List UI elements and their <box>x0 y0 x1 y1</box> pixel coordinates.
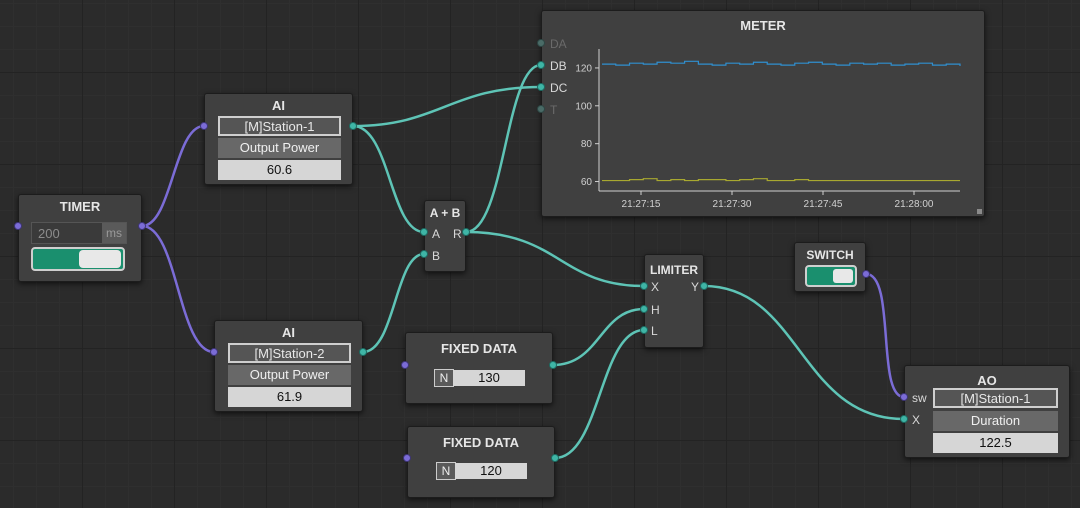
switch-title: SWITCH <box>806 248 854 262</box>
ai2-title: AI <box>282 325 295 340</box>
timer-input-port[interactable] <box>14 222 22 230</box>
fixed-data-2-node[interactable]: FIXED DATA N 120 <box>407 426 555 498</box>
add-input-a-port[interactable] <box>420 228 428 236</box>
timer-interval-input[interactable]: 200 ms <box>31 222 127 244</box>
fixed-data-1-node[interactable]: FIXED DATA N 130 <box>405 332 553 404</box>
fixed-data-1-title: FIXED DATA <box>440 341 518 356</box>
ao-value: 122.5 <box>933 433 1058 453</box>
x-tick-label: 21:27:15 <box>622 199 661 210</box>
ai1-value: 60.6 <box>218 160 341 180</box>
fixed-data-1-type: N <box>434 369 454 387</box>
add-output-r-port[interactable] <box>462 228 470 236</box>
meter-chart: 60 80 100 120 21:27:15 21:27:30 21:27:45 21:28:… <box>575 49 961 210</box>
y-tick-label: 100 <box>575 101 592 112</box>
wire-ai1-add-a <box>352 124 425 234</box>
add-node[interactable]: A + B A B R <box>424 200 466 272</box>
x-tick-label: 21:27:45 <box>804 199 843 210</box>
ai1-param-field[interactable]: Output Power <box>218 138 341 158</box>
ai2-node[interactable]: AI [M]Station-2 Output Power 61.9 <box>214 320 363 412</box>
ai2-station-field[interactable]: [M]Station-2 <box>228 343 351 363</box>
fixed-data-1-output-port[interactable] <box>549 361 557 369</box>
limiter-port-h-label: H <box>651 303 660 317</box>
fixed-data-2-type: N <box>436 462 456 480</box>
ai1-title: AI <box>272 98 285 113</box>
limiter-title: LIMITER <box>650 263 698 277</box>
fixed-data-1-input-port[interactable] <box>401 361 409 369</box>
fixed-data-2-output-port[interactable] <box>551 454 559 462</box>
ao-input-x-port[interactable] <box>900 415 908 423</box>
wire-timer-ai2 <box>141 224 215 354</box>
y-tick-label: 80 <box>581 139 593 150</box>
toggle-knob <box>79 250 121 268</box>
meter-input-da-port[interactable] <box>537 39 545 47</box>
limiter-port-l-label: L <box>651 324 658 338</box>
series-line-db <box>602 60 961 67</box>
wire-switch-ao-sw <box>865 272 905 399</box>
wire-fixed2-limiter-l <box>554 328 645 460</box>
wire-add-meter-db <box>465 63 542 234</box>
ai2-output-port[interactable] <box>359 348 367 356</box>
add-port-a-label: A <box>432 227 441 241</box>
limiter-input-l-port[interactable] <box>640 326 648 334</box>
meter-node[interactable]: METER DA DB DC T 60 80 100 120 21:27:15 21:27… <box>541 10 985 217</box>
timer-enable-toggle[interactable] <box>31 247 125 271</box>
wire-ai1-meter-dc <box>352 85 542 128</box>
ai1-node[interactable]: AI [M]Station-1 Output Power 60.6 <box>204 93 353 185</box>
limiter-port-x-label: X <box>651 280 660 294</box>
limiter-node[interactable]: LIMITER X H L Y <box>644 254 704 348</box>
limiter-output-y-port[interactable] <box>700 282 708 290</box>
ai2-param-field[interactable]: Output Power <box>228 365 351 385</box>
add-port-r-label: R <box>453 227 462 241</box>
fixed-data-2-input[interactable]: 120 <box>455 463 527 479</box>
ao-port-sw-label: sw <box>912 391 927 405</box>
meter-input-dc-port[interactable] <box>537 83 545 91</box>
fixed-data-1-input[interactable]: 130 <box>453 370 525 386</box>
timer-title: TIMER <box>59 199 101 214</box>
add-input-b-port[interactable] <box>420 250 428 258</box>
switch-node[interactable]: SWITCH <box>794 242 866 292</box>
series-line-dc <box>602 178 960 182</box>
meter-input-db-port[interactable] <box>537 61 545 69</box>
ao-station-field[interactable]: [M]Station-1 <box>933 388 1058 408</box>
limiter-input-x-port[interactable] <box>640 282 648 290</box>
wire-add-limiter-x <box>465 230 645 288</box>
ao-port-x-label: X <box>912 413 921 427</box>
ai2-input-port[interactable] <box>210 348 218 356</box>
wire-fixed1-limiter-h <box>552 307 645 367</box>
ao-input-sw-port[interactable] <box>900 393 908 401</box>
ao-node[interactable]: AO [M]Station-1 Duration 122.5 sw X <box>904 365 1070 458</box>
timer-interval-value: 200 <box>38 226 60 241</box>
ao-param-field[interactable]: Duration <box>933 411 1058 431</box>
resize-grip-icon[interactable] <box>977 209 982 214</box>
toggle-knob <box>833 269 853 283</box>
x-tick-label: 21:28:00 <box>895 199 934 210</box>
add-title: A + B <box>429 206 461 220</box>
wire-limiter-ao-x <box>703 284 905 421</box>
timer-output-port[interactable] <box>138 222 146 230</box>
y-tick-label: 60 <box>581 177 593 188</box>
fixed-data-2-input-port[interactable] <box>403 454 411 462</box>
ai1-output-port[interactable] <box>349 122 357 130</box>
switch-output-port[interactable] <box>862 270 870 278</box>
ai1-station-field[interactable]: [M]Station-1 <box>218 116 341 136</box>
ai2-value: 61.9 <box>228 387 351 407</box>
fixed-data-2-title: FIXED DATA <box>442 435 520 450</box>
timer-node[interactable]: TIMER 200 ms <box>18 194 142 282</box>
wire-timer-ai1 <box>141 124 205 228</box>
timer-unit: ms <box>102 223 126 243</box>
add-port-b-label: B <box>432 249 441 263</box>
limiter-port-y-label: Y <box>691 280 700 294</box>
limiter-input-h-port[interactable] <box>640 305 648 313</box>
ai1-input-port[interactable] <box>200 122 208 130</box>
meter-input-t-port[interactable] <box>537 105 545 113</box>
switch-toggle[interactable] <box>805 265 857 287</box>
x-tick-label: 21:27:30 <box>713 199 752 210</box>
ao-title: AO <box>977 373 997 388</box>
y-tick-label: 120 <box>575 63 592 74</box>
